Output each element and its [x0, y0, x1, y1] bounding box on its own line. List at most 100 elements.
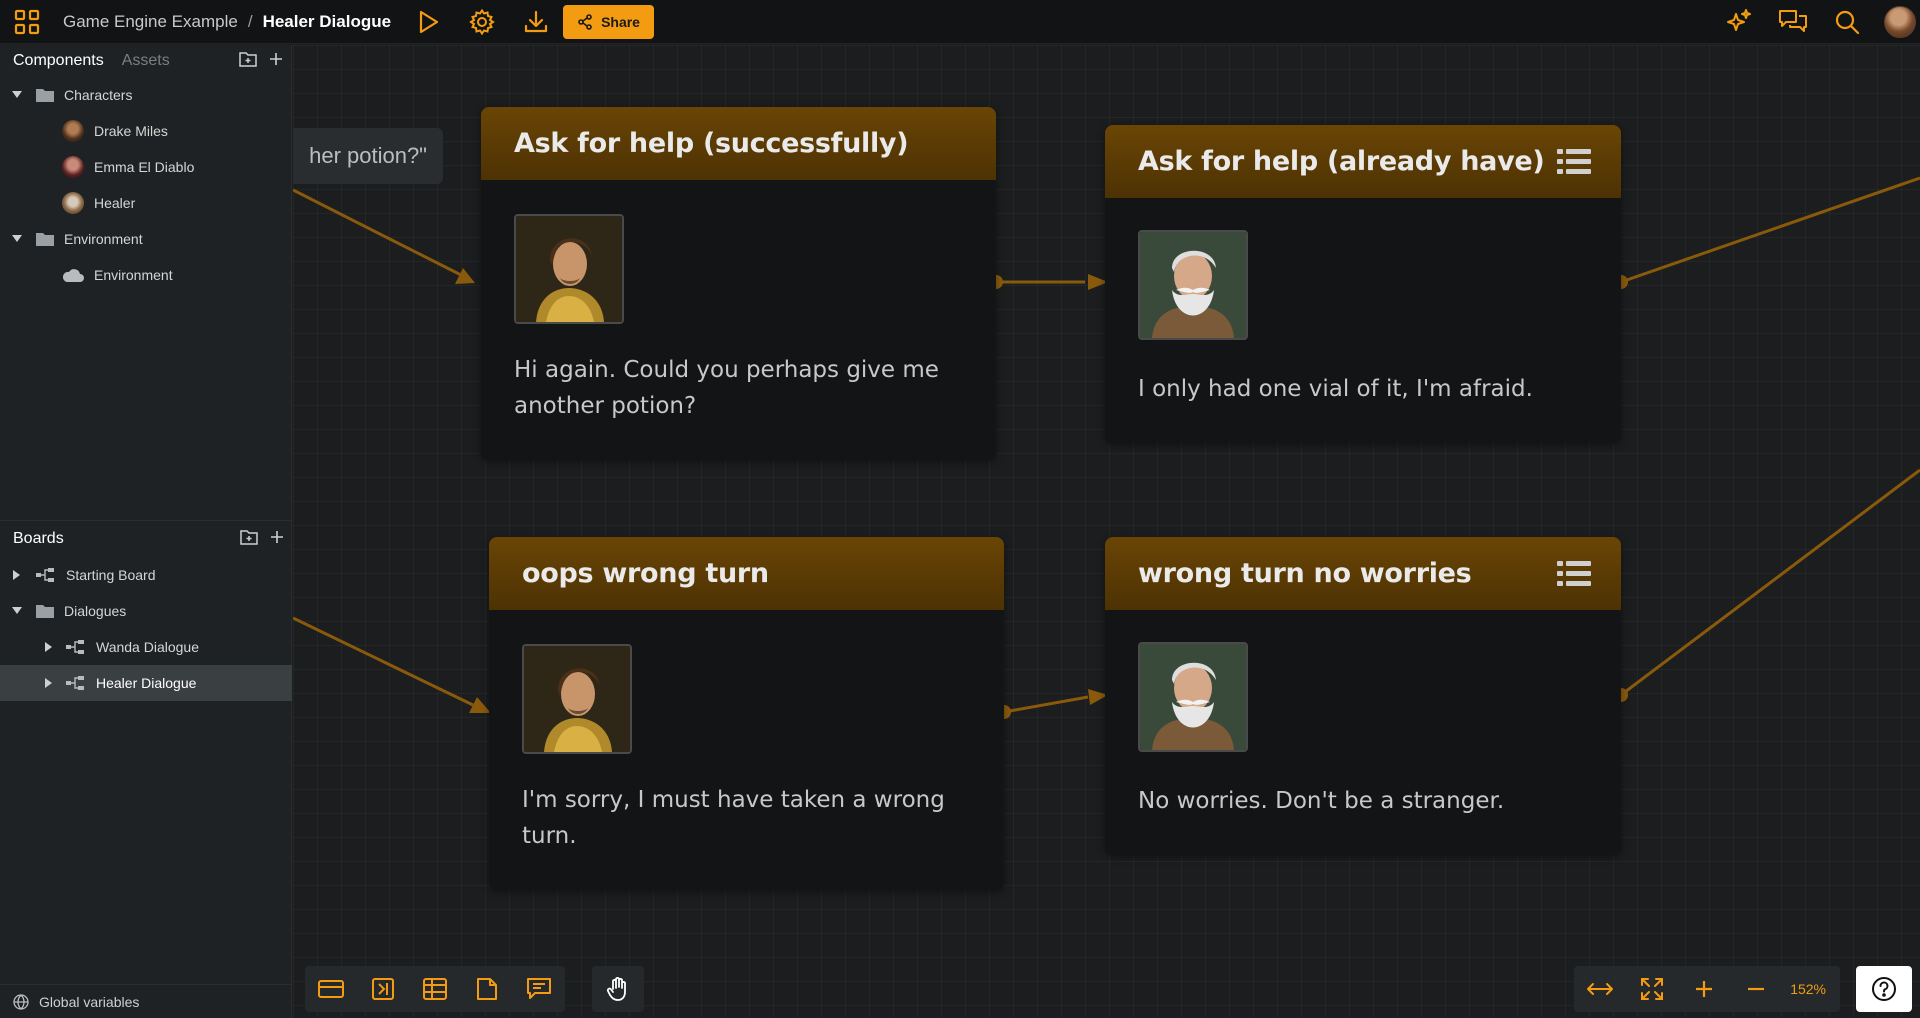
- tree-label: Dialogues: [64, 603, 127, 619]
- node-menu-icon[interactable]: [1557, 561, 1591, 587]
- topbar-right-actions: [1722, 0, 1920, 44]
- emma-el-diablo-avatar: [62, 156, 84, 178]
- new-board-folder-icon[interactable]: [240, 529, 258, 550]
- help-button[interactable]: [1856, 966, 1912, 1012]
- node-header: oops wrong turn: [489, 537, 1004, 610]
- tree-item-drake-miles[interactable]: Drake Miles: [0, 113, 291, 149]
- tree-item-healer[interactable]: Healer: [0, 185, 291, 221]
- add-component-icon[interactable]: [269, 52, 283, 71]
- tree-item-emma-el-diablo[interactable]: Emma El Diablo: [0, 149, 291, 185]
- add-board-icon[interactable]: [270, 530, 284, 549]
- node-menu-icon[interactable]: [1557, 149, 1591, 175]
- healer-avatar: [62, 192, 84, 214]
- boards-section: Boards Starting Board Dialogues Wanda Di…: [0, 520, 292, 701]
- zoom-toolbar: 152%: [1574, 966, 1840, 1012]
- tree-item-environment[interactable]: Environment: [0, 257, 291, 293]
- board-flow-icon: [66, 676, 84, 690]
- dialogue-node-wrong-turn-no-worries[interactable]: wrong turn no worries No worries. Don't …: [1105, 537, 1621, 855]
- tree-label: Wanda Dialogue: [96, 639, 199, 655]
- share-label: Share: [601, 13, 640, 30]
- global-variables-button[interactable]: Global variables: [0, 984, 292, 1018]
- node-header: wrong turn no worries: [1105, 537, 1621, 610]
- partial-dialogue-node[interactable]: her potion?": [293, 128, 443, 184]
- node-tools-toolbar: [305, 966, 565, 1012]
- arrow-head: [455, 268, 475, 284]
- node-title: oops wrong turn: [522, 558, 769, 589]
- tree-board-healer-dialogue[interactable]: Healer Dialogue: [0, 665, 292, 701]
- add-dialogue-card-icon[interactable]: [305, 966, 357, 1012]
- caret-down-icon[interactable]: [12, 606, 22, 616]
- breadcrumb-separator: /: [247, 11, 253, 31]
- hand-pan-icon[interactable]: [592, 966, 644, 1012]
- share-button[interactable]: Share: [563, 4, 654, 39]
- add-jump-node-icon[interactable]: [357, 966, 409, 1012]
- node-title: wrong turn no worries: [1138, 558, 1472, 589]
- healer-portrait: [1138, 642, 1248, 752]
- node-title: Ask for help (successfully): [514, 128, 909, 159]
- tree-folder-characters[interactable]: Characters: [0, 77, 291, 113]
- tree-board-wanda-dialogue[interactable]: Wanda Dialogue: [0, 629, 292, 665]
- tree-folder-environment[interactable]: Environment: [0, 221, 291, 257]
- search-icon[interactable]: [1830, 5, 1864, 39]
- tree-board-starting-board[interactable]: Starting Board: [0, 557, 292, 593]
- breadcrumb: Game Engine Example / Healer Dialogue: [63, 12, 391, 32]
- comments-icon[interactable]: [1776, 5, 1810, 39]
- board-flow-icon: [36, 568, 54, 582]
- tree-folder-dialogues[interactable]: Dialogues: [0, 593, 292, 629]
- tab-components[interactable]: Components: [13, 52, 104, 70]
- caret-right-icon[interactable]: [44, 678, 54, 688]
- add-table-icon[interactable]: [409, 966, 461, 1012]
- settings-gear-icon[interactable]: [465, 5, 499, 39]
- cloud-icon: [62, 269, 84, 282]
- new-folder-icon[interactable]: [239, 51, 257, 72]
- tree-label: Characters: [64, 87, 133, 103]
- dialogue-node-ask-for-help-successfully[interactable]: Ask for help (successfully) Hi again. Co…: [481, 107, 996, 460]
- node-title: Ask for help (already have): [1138, 146, 1545, 177]
- folder-icon: [36, 89, 54, 102]
- help-question-icon: [1872, 977, 1896, 1001]
- breadcrumb-project[interactable]: Game Engine Example: [63, 12, 238, 32]
- connection-line: [293, 616, 474, 707]
- board-flow-icon: [66, 640, 84, 654]
- play-icon[interactable]: [411, 5, 445, 39]
- tree-label: Emma El Diablo: [94, 159, 195, 175]
- globe-icon: [13, 993, 29, 1010]
- caret-down-icon[interactable]: [12, 90, 22, 100]
- zoom-level: 152%: [1790, 981, 1826, 997]
- ai-sparkle-icon[interactable]: [1722, 5, 1756, 39]
- folder-icon: [36, 605, 54, 618]
- dialogue-node-ask-for-help-already-have[interactable]: Ask for help (already have) I only had o…: [1105, 125, 1621, 443]
- breadcrumb-board: Healer Dialogue: [262, 11, 392, 31]
- components-tree: Characters Drake Miles Emma El Diablo He…: [0, 77, 291, 293]
- dialogue-node-oops-wrong-turn[interactable]: oops wrong turn I'm sorry, I must have t…: [489, 537, 1004, 890]
- zoom-in-icon[interactable]: [1678, 966, 1730, 1012]
- tree-label: Healer: [94, 195, 136, 211]
- app-grid-icon[interactable]: [13, 8, 41, 36]
- download-icon[interactable]: [519, 5, 553, 39]
- board-canvas[interactable]: her potion?" Ask for help (successfully)…: [293, 45, 1920, 1018]
- node-dialogue-text: I only had one vial of it, I'm afraid.: [1138, 376, 1533, 402]
- pan-tool-group: [592, 966, 644, 1012]
- global-variables-label: Global variables: [39, 993, 140, 1010]
- caret-down-icon[interactable]: [12, 234, 22, 244]
- add-note-icon[interactable]: [461, 966, 513, 1012]
- caret-right-icon[interactable]: [12, 570, 22, 580]
- boards-title: Boards: [13, 530, 64, 547]
- partial-node-text: her potion?": [309, 143, 427, 168]
- drake-miles-portrait: [514, 214, 624, 324]
- boards-panel-header: Boards: [0, 521, 292, 557]
- tree-label: Drake Miles: [94, 123, 168, 139]
- folder-icon: [36, 233, 54, 246]
- fit-screen-icon[interactable]: [1626, 966, 1678, 1012]
- user-avatar[interactable]: [1884, 6, 1916, 38]
- caret-right-icon[interactable]: [44, 642, 54, 652]
- tab-assets[interactable]: Assets: [122, 52, 170, 70]
- tree-label: Environment: [64, 231, 143, 247]
- fit-width-icon[interactable]: [1574, 966, 1626, 1012]
- add-comment-icon[interactable]: [513, 966, 565, 1012]
- node-dialogue-text: I'm sorry, I must have taken a wrong tur…: [522, 787, 945, 849]
- zoom-out-icon[interactable]: [1730, 966, 1782, 1012]
- tree-label: Starting Board: [66, 567, 156, 583]
- connection-line: [1620, 176, 1920, 284]
- node-dialogue-text: No worries. Don't be a stranger.: [1138, 788, 1505, 814]
